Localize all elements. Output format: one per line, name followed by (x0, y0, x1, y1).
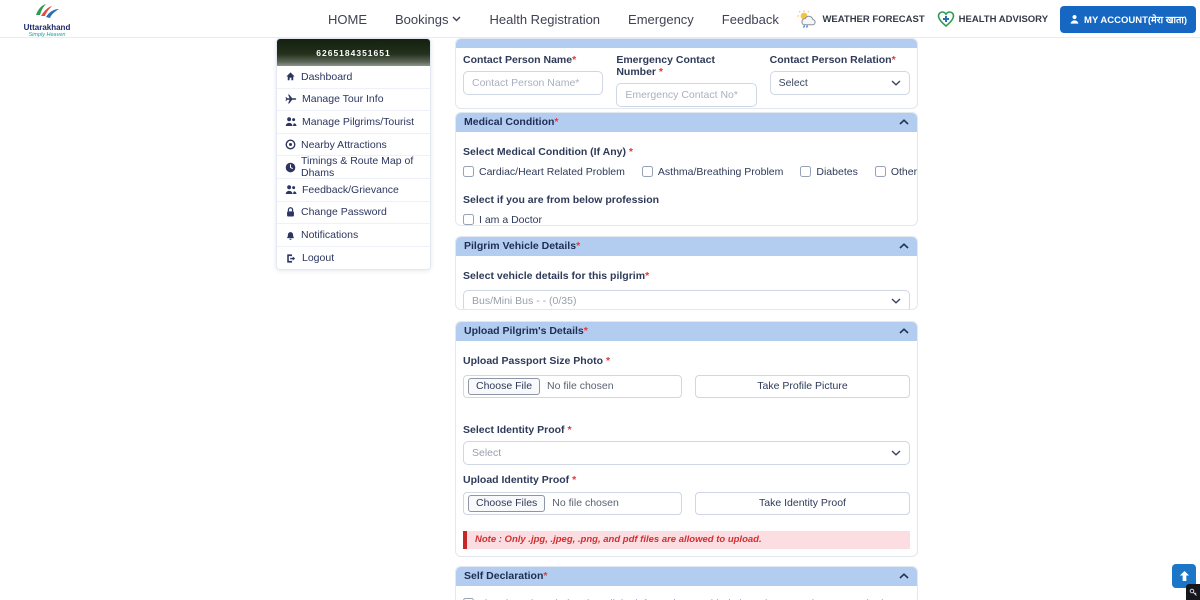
upload-details-header[interactable]: Upload Pilgrim's Details* (456, 322, 917, 341)
chevron-up-icon (899, 119, 909, 125)
chevron-down-icon (891, 298, 901, 304)
checkbox-icon (875, 166, 886, 177)
compass-icon (285, 139, 296, 150)
weather-forecast-link[interactable]: WEATHER FORECAST (796, 10, 924, 28)
arrow-up-icon (1179, 570, 1190, 582)
medical-condition-section: Medical Condition* Select Medical Condit… (455, 112, 918, 226)
nav-item-feedback[interactable]: Feedback (722, 12, 779, 27)
home-icon (285, 71, 296, 82)
person-icon (1069, 14, 1080, 25)
top-navbar: Uttarakhand Simply Heaven HOME Bookings … (0, 0, 1200, 38)
passport-photo-file-input[interactable]: Choose File No file chosen (463, 375, 682, 398)
checkbox-icon (463, 166, 474, 177)
sidebar-item-change-password[interactable]: Change Password (277, 202, 430, 225)
sidebar-item-nearby-attractions[interactable]: Nearby Attractions (277, 134, 430, 157)
checkbox-icon (463, 214, 474, 225)
profession-label: Select if you are from below profession (463, 194, 910, 206)
nav-item-health-registration[interactable]: Health Registration (489, 12, 600, 27)
passport-photo-label: Upload Passport Size Photo * (463, 355, 610, 367)
checkbox-i-am-a-doctor[interactable]: I am a Doctor (463, 214, 910, 226)
nav-item-emergency[interactable]: Emergency (628, 12, 694, 27)
checkbox-asthma[interactable]: Asthma/Breathing Problem (642, 166, 783, 178)
chevron-down-icon (891, 450, 901, 456)
checkbox-icon (800, 166, 811, 177)
file-status-text: No file chosen (552, 497, 619, 509)
vehicle-select-label: Select vehicle details for this pilgrim* (463, 270, 649, 282)
pilgrim-vehicle-header[interactable]: Pilgrim Vehicle Details* (456, 237, 917, 256)
file-status-text: No file chosen (547, 380, 614, 392)
logo-title: Uttarakhand (12, 24, 82, 32)
logo-tagline: Simply Heaven (12, 32, 82, 38)
nav-item-home[interactable]: HOME (328, 12, 367, 27)
pilgrim-vehicle-section: Pilgrim Vehicle Details* Select vehicle … (455, 236, 918, 310)
choose-file-button[interactable]: Choose File (468, 378, 540, 395)
identity-proof-select[interactable]: Select (463, 441, 910, 465)
health-registration-page: Uttarakhand Simply Heaven HOME Bookings … (0, 0, 1200, 600)
registration-number: 6265184351651 (316, 48, 390, 58)
contact-person-name-label: Contact Person Name* (463, 54, 603, 66)
users-icon (285, 184, 297, 195)
chevron-down-icon (452, 16, 461, 22)
upload-note-text: Note : Only .jpg, .jpeg, .png, and pdf f… (475, 534, 762, 545)
weather-sun-cloud-icon (796, 10, 818, 28)
emergency-contact-number-label: Emergency Contact Number * (616, 54, 756, 78)
sidebar-item-feedback-grievance[interactable]: Feedback/Grievance (277, 179, 430, 202)
logout-icon (285, 253, 297, 264)
identity-proof-upload-label: Upload Identity Proof * (463, 474, 910, 486)
chevron-up-icon (899, 243, 909, 249)
contact-person-name-input[interactable] (463, 71, 603, 95)
nav-right-group: WEATHER FORECAST HEALTH ADVISORY MY ACCO… (796, 0, 1196, 38)
self-declaration-header[interactable]: Self Declaration* (456, 567, 917, 586)
bell-icon (285, 229, 296, 241)
sidebar-item-manage-tour-info[interactable]: Manage Tour Info (277, 89, 430, 112)
sidebar-item-dashboard[interactable]: Dashboard (277, 66, 430, 89)
identity-proof-file-input[interactable]: Choose Files No file chosen (463, 492, 682, 515)
main-nav-menu: HOME Bookings Health Registration Emerge… (328, 0, 779, 38)
chevron-up-icon (899, 328, 909, 334)
uttarakhand-logo[interactable]: Uttarakhand Simply Heaven (12, 3, 82, 38)
checkbox-icon (642, 166, 653, 177)
self-declaration-section: Self Declaration* I hereby acknowledge t… (455, 566, 918, 600)
sidebar-item-manage-pilgrims[interactable]: Manage Pilgrims/Tourist (277, 111, 430, 134)
emergency-contact-number-input[interactable] (616, 83, 756, 107)
take-identity-proof-button[interactable]: Take Identity Proof (695, 492, 910, 515)
logo-birds-icon (30, 3, 64, 19)
chevron-down-icon (891, 80, 901, 86)
upload-details-section: Upload Pilgrim's Details* Upload Passpor… (455, 321, 918, 557)
lock-icon (285, 206, 296, 218)
take-profile-picture-button[interactable]: Take Profile Picture (695, 375, 910, 398)
checkbox-diabetes[interactable]: Diabetes (800, 166, 857, 178)
medical-condition-header[interactable]: Medical Condition* (456, 113, 917, 132)
sidebar-item-timings-route-map[interactable]: Timings & Route Map of Dhams (277, 156, 430, 179)
contact-details-section: Contact Person Name* Emergency Contact N… (455, 38, 918, 109)
choose-files-button[interactable]: Choose Files (468, 495, 545, 512)
select-medical-condition-label: Select Medical Condition (If Any) * (463, 146, 633, 158)
identity-proof-select-label: Select Identity Proof * (463, 424, 910, 436)
users-icon (285, 116, 297, 127)
keys-icon (1189, 588, 1198, 597)
medical-condition-options: Cardiac/Heart Related Problem Asthma/Bre… (463, 166, 910, 178)
my-account-button[interactable]: MY ACCOUNT(मेरा खाता) (1060, 6, 1196, 33)
chevron-up-icon (899, 573, 909, 579)
account-sidebar: 6265184351651 Dashboard Manage Tour Info… (276, 38, 431, 270)
sidebar-item-logout[interactable]: Logout (277, 247, 430, 270)
contact-section-header-partial[interactable] (456, 39, 917, 48)
browser-extension-badge[interactable] (1186, 584, 1200, 600)
vehicle-details-select[interactable]: Bus/Mini Bus - - (0/35) (463, 290, 910, 311)
health-heart-icon (937, 10, 955, 28)
checkbox-cardiac[interactable]: Cardiac/Heart Related Problem (463, 166, 625, 178)
nav-item-bookings[interactable]: Bookings (395, 12, 461, 27)
contact-person-relation-label: Contact Person Relation* (770, 54, 910, 66)
health-advisory-link[interactable]: HEALTH ADVISORY (937, 10, 1048, 28)
upload-note-banner: Note : Only .jpg, .jpeg, .png, and pdf f… (463, 531, 910, 549)
clock-icon (285, 162, 296, 173)
contact-person-relation-select[interactable]: Select (770, 71, 910, 95)
checkbox-other[interactable]: Other (875, 166, 917, 178)
plane-icon (285, 93, 297, 105)
sidebar-photo-banner: 6265184351651 (277, 39, 430, 66)
sidebar-item-notifications[interactable]: Notifications (277, 224, 430, 247)
